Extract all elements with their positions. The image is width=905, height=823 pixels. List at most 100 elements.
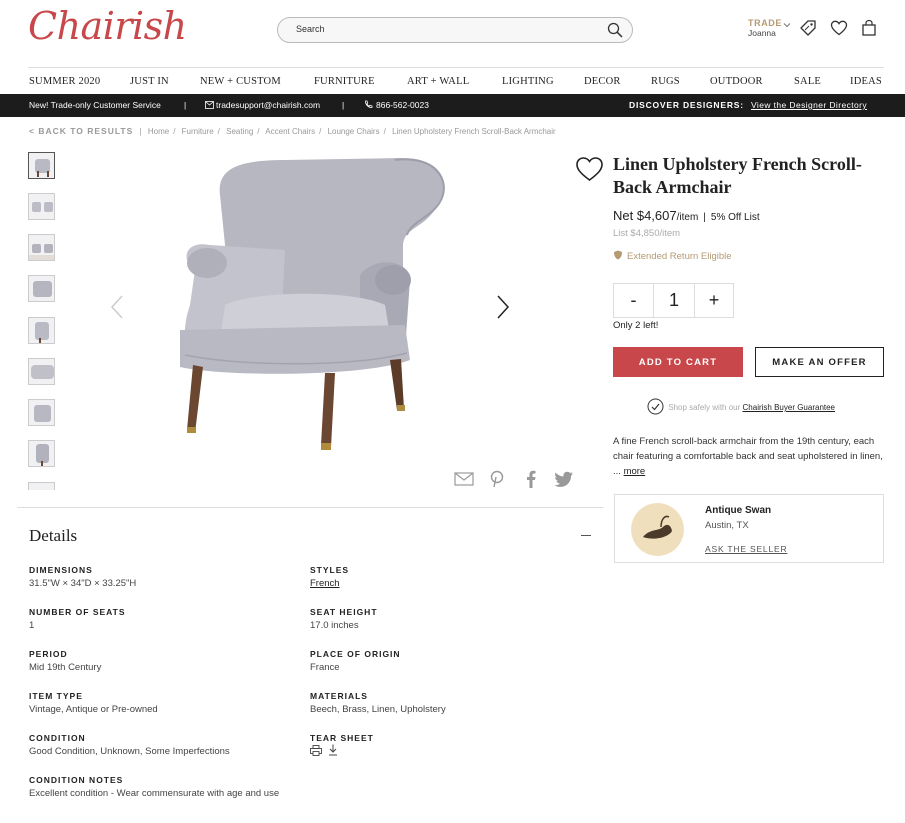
collapse-minus-icon[interactable] [581,535,591,536]
breadcrumb-lounge-chairs[interactable]: Lounge Chairs [328,127,380,136]
thumbnail-7[interactable] [28,399,55,426]
make-an-offer-button[interactable]: MAKE AN OFFER [755,347,884,377]
designer-directory-link[interactable]: View the Designer Directory [751,100,867,110]
promo-divider-2: | [342,100,345,110]
ask-the-seller-link[interactable]: ASK THE SELLER [705,544,787,554]
nav-ideas[interactable]: IDEAS [850,76,882,87]
thumbnail-6[interactable] [28,358,55,385]
discount-badge: 5% Off List [710,212,760,223]
favorite-heart-icon[interactable] [575,155,604,183]
nav-art-wall[interactable]: ART + WALL [407,76,469,87]
trade-user-name[interactable]: Joanna [748,28,776,38]
check-circle-icon [647,398,664,415]
twitter-icon[interactable] [554,471,574,487]
pinterest-icon[interactable] [489,470,505,488]
detail-label-materials: MATERIALS [310,691,368,701]
download-icon[interactable] [328,744,338,756]
detail-value-dimensions: 31.5"W × 34"D × 33.25"H [29,578,137,589]
read-more-link[interactable]: more [624,466,646,477]
search-icon[interactable] [607,22,623,38]
price-tag-icon[interactable] [798,18,818,38]
trade-label[interactable]: TRADE [748,18,782,28]
back-to-results-link[interactable]: < BACK TO RESULTS [29,126,133,136]
promo-customer-service: New! Trade-only Customer Service [29,100,161,110]
detail-value-materials: Beech, Brass, Linen, Upholstery [310,704,446,715]
details-heading[interactable]: Details [29,526,77,546]
detail-value-item-type: Vintage, Antique or Pre-owned [29,704,158,715]
guarantee-text: Shop safely with our [668,403,741,412]
main-nav: SUMMER 2020 JUST IN NEW + CUSTOM FURNITU… [28,67,884,94]
detail-label-origin: PLACE OF ORIGIN [310,649,401,659]
email-share-icon[interactable] [454,471,474,487]
thumbnail-3[interactable] [28,234,55,261]
nav-lighting[interactable]: LIGHTING [502,76,554,87]
breadcrumb-accent-chairs[interactable]: Accent Chairs [265,127,315,136]
detail-label-seat-height: SEAT HEIGHT [310,607,378,617]
thumbnail-2[interactable] [28,193,55,220]
buyer-guarantee: Shop safely with our Chairish Buyer Guar… [647,398,835,415]
nav-sale[interactable]: SALE [794,76,821,87]
net-price: Net $4,607/item | 5% Off List [613,208,760,223]
shopping-bag-icon[interactable] [859,18,879,38]
quantity-stepper: - 1 + [613,283,734,318]
chevron-down-icon[interactable] [783,21,791,29]
thumbnail-4[interactable] [28,275,55,302]
extended-return-badge[interactable]: Extended Return Eligible [613,250,732,262]
buyer-guarantee-link[interactable]: Chairish Buyer Guarantee [743,403,836,412]
detail-value-period: Mid 19th Century [29,662,102,673]
promo-phone[interactable]: 866-562-0023 [376,100,429,110]
detail-label-dimensions: DIMENSIONS [29,565,93,575]
details-divider [17,507,603,508]
seller-location: Austin, TX [705,520,749,531]
detail-label-styles: STYLES [310,565,350,575]
breadcrumb-seating[interactable]: Seating [226,127,253,136]
detail-label-tear-sheet: TEAR SHEET [310,733,374,743]
promo-divider: | [184,100,187,110]
thumbnail-8[interactable] [28,440,55,467]
detail-value-styles-link[interactable]: French [310,576,340,591]
phone-icon [365,100,373,108]
search-bar[interactable]: Search [277,17,633,43]
nav-decor[interactable]: DECOR [584,76,621,87]
product-main-image[interactable] [165,155,455,460]
thumbnail-9[interactable] [28,482,55,490]
thumbnail-1[interactable] [28,152,55,179]
seller-logo[interactable] [631,503,684,556]
chairish-logo[interactable]: Chairish [28,4,187,48]
detail-label-condition-notes: CONDITION NOTES [29,775,124,785]
nav-outdoor[interactable]: OUTDOOR [710,76,763,87]
thumbnail-5[interactable] [28,317,55,344]
breadcrumb-furniture[interactable]: Furniture [182,127,214,136]
quantity-increase-button[interactable]: + [694,284,733,317]
promo-email-link[interactable]: tradesupport@chairish.com [216,100,320,110]
detail-value-origin: France [310,662,340,673]
nav-new-custom[interactable]: NEW + CUSTOM [200,76,281,87]
detail-label-condition: CONDITION [29,733,86,743]
seller-name[interactable]: Antique Swan [705,505,771,516]
detail-value-condition-notes: Excellent condition - Wear commensurate … [29,788,280,799]
nav-summer-2020[interactable]: SUMMER 2020 [29,76,100,87]
search-input[interactable]: Search [296,24,325,34]
product-title: Linen Upholstery French Scroll-Back Armc… [613,154,862,197]
net-price-value: Net $4,607 [613,208,677,223]
detail-label-seats: NUMBER OF SEATS [29,607,126,617]
discover-designers-label: DISCOVER DESIGNERS: [629,100,744,110]
print-icon[interactable] [310,745,322,756]
nav-just-in[interactable]: JUST IN [130,76,169,87]
facebook-icon[interactable] [525,470,537,488]
quantity-decrease-button[interactable]: - [614,284,654,317]
detail-value-seat-height: 17.0 inches [310,620,359,631]
detail-value-condition: Good Condition, Unknown, Some Imperfecti… [29,746,230,757]
heart-icon[interactable] [829,18,849,38]
quantity-input[interactable]: 1 [654,284,694,317]
breadcrumb: < BACK TO RESULTS | Home / Furniture / Sea… [29,126,556,136]
breadcrumb-home[interactable]: Home [148,127,169,136]
add-to-cart-button[interactable]: ADD TO CART [613,347,743,377]
nav-rugs[interactable]: RUGS [651,76,680,87]
nav-furniture[interactable]: FURNITURE [314,76,375,87]
breadcrumb-current[interactable]: Linen Upholstery French Scroll-Back Armc… [392,127,556,136]
next-image-arrow-icon[interactable] [496,294,510,320]
prev-image-arrow-icon[interactable] [110,294,124,320]
extended-return-text[interactable]: Extended Return Eligible [627,251,732,262]
product-description: A fine French scroll-back armchair from … [613,434,885,479]
